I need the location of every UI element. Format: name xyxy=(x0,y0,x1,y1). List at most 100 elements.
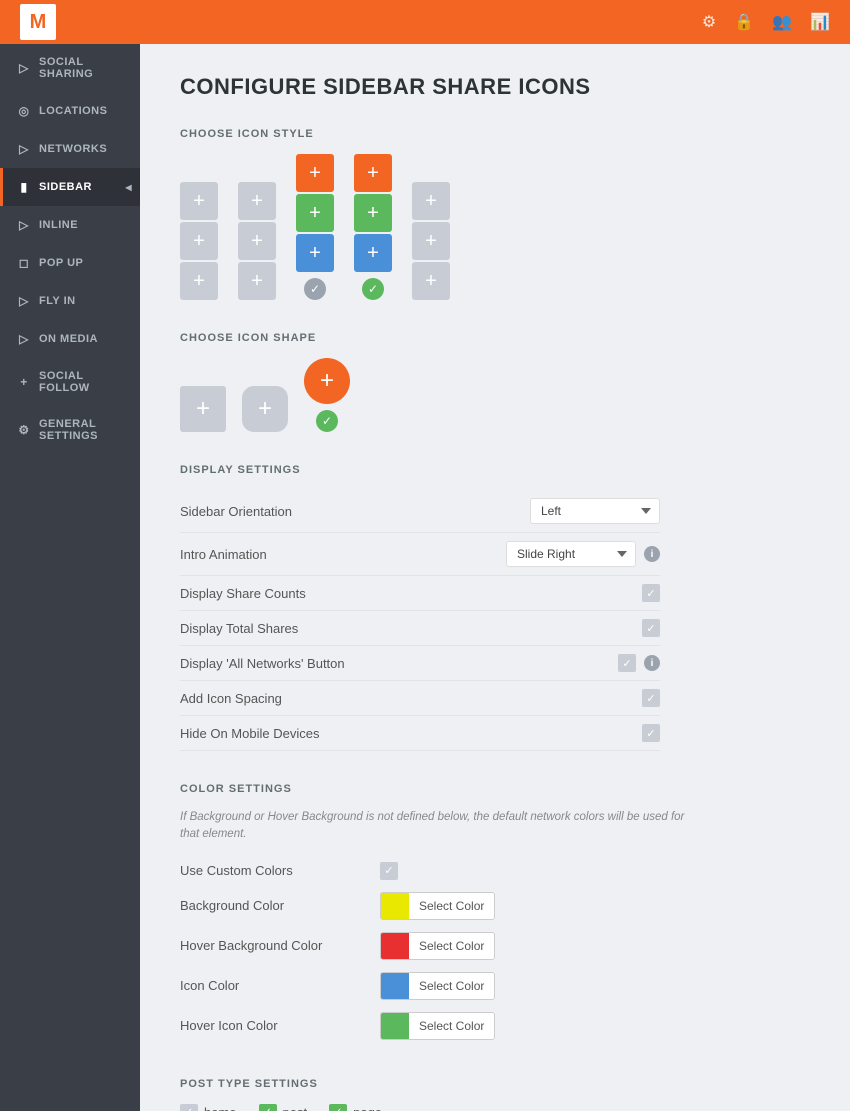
hover-bg-color-btn-label: Select Color xyxy=(409,933,494,959)
orientation-dropdown[interactable]: LeftRight xyxy=(530,498,660,524)
green-check-circle: ✓ xyxy=(362,278,384,300)
icon-btn-gray: + xyxy=(180,262,218,300)
shape-green-check: ✓ xyxy=(316,410,338,432)
post-type-title: Post Type Settings xyxy=(180,1078,810,1090)
popup-icon: ◻ xyxy=(17,256,31,270)
icon-style-title: Choose Icon Style xyxy=(180,128,810,140)
post-type-page[interactable]: ✓ page xyxy=(329,1104,382,1111)
lock-icon[interactable]: 🔒 xyxy=(734,12,754,32)
bg-color-picker[interactable]: Select Color xyxy=(380,892,495,920)
icon-style-1[interactable]: + + + xyxy=(180,182,218,300)
sidebar: ▷ Social Sharing ◎ Locations ▷ Networks … xyxy=(0,44,140,1111)
shape-rounded-item[interactable]: + xyxy=(242,386,288,432)
sidebar-item-popup[interactable]: ◻ Pop Up xyxy=(0,244,140,282)
setting-share-counts: Display Share Counts ✓ xyxy=(180,576,660,611)
square-shape-btn: + xyxy=(180,386,226,432)
color-note: If Background or Hover Background is not… xyxy=(180,809,700,844)
sidebar-item-onmedia[interactable]: ▷ On Media xyxy=(0,320,140,358)
total-shares-checkbox[interactable]: ✓ xyxy=(642,619,660,637)
sidebar-item-flyin[interactable]: ▷ Fly In xyxy=(0,282,140,320)
sidebar-label-inline: Inline xyxy=(39,219,78,231)
shape-square-item[interactable]: + xyxy=(180,386,226,432)
sidebar-item-inline[interactable]: ▷ Inline xyxy=(0,206,140,244)
icon-btn-blue: + xyxy=(296,234,334,272)
sidebar-icon: ▮ xyxy=(17,180,31,194)
icon-btn-blue2: + xyxy=(354,234,392,272)
use-custom-checkbox[interactable]: ✓ xyxy=(380,862,398,880)
bg-color-label: Background Color xyxy=(180,898,380,913)
all-networks-control: ✓ i xyxy=(618,654,660,672)
hover-icon-color-picker[interactable]: Select Color xyxy=(380,1012,495,1040)
bg-color-swatch xyxy=(381,892,409,920)
share-counts-checkbox[interactable]: ✓ xyxy=(642,584,660,602)
icon-btn-gray3: + xyxy=(412,182,450,220)
icon-color-picker[interactable]: Select Color xyxy=(380,972,495,1000)
sidebar-item-social-follow[interactable]: + Social Follow xyxy=(0,358,140,406)
post-type-home[interactable]: ✓ home xyxy=(180,1104,237,1111)
hover-icon-color-btn-label: Select Color xyxy=(409,1013,494,1039)
chart-icon[interactable]: 📊 xyxy=(810,12,830,32)
hover-bg-color-picker[interactable]: Select Color xyxy=(380,932,495,960)
icon-btn-gray2: + xyxy=(238,222,276,260)
users-icon[interactable]: 👥 xyxy=(772,12,792,32)
icon-style-5[interactable]: + + + xyxy=(412,182,450,300)
top-header: M ⚙ 🔒 👥 📊 xyxy=(0,0,850,44)
display-settings-title: Display Settings xyxy=(180,464,810,476)
all-networks-checkbox[interactable]: ✓ xyxy=(618,654,636,672)
gray-check-circle: ✓ xyxy=(304,278,326,300)
gear-icon[interactable]: ⚙ xyxy=(702,12,716,32)
home-checkbox[interactable]: ✓ xyxy=(180,1104,198,1111)
follow-icon: + xyxy=(17,375,31,389)
animation-info-icon[interactable]: i xyxy=(644,546,660,562)
animation-dropdown[interactable]: Slide RightSlide LeftFade xyxy=(506,541,636,567)
icon-spacing-label: Add Icon Spacing xyxy=(180,691,642,706)
icon-style-2[interactable]: + + + xyxy=(238,182,276,300)
bg-color-btn-label: Select Color xyxy=(409,893,494,919)
sidebar-label-social-follow: Social Follow xyxy=(39,370,126,394)
hover-icon-color-label: Hover Icon Color xyxy=(180,1018,380,1033)
page-checkbox[interactable]: ✓ xyxy=(329,1104,347,1111)
post-checkbox[interactable]: ✓ xyxy=(259,1104,277,1111)
sidebar-label-locations: Locations xyxy=(39,105,107,117)
hover-icon-color-swatch xyxy=(381,1012,409,1040)
setting-animation: Intro Animation Slide RightSlide LeftFad… xyxy=(180,533,660,576)
shape-circle-item[interactable]: + ✓ xyxy=(304,358,350,432)
settings-icon: ⚙ xyxy=(17,423,31,437)
share-icon: ▷ xyxy=(17,61,31,75)
sidebar-item-networks[interactable]: ▷ Networks xyxy=(0,130,140,168)
icon-spacing-checkbox[interactable]: ✓ xyxy=(642,689,660,707)
sidebar-item-social-sharing[interactable]: ▷ Social Sharing xyxy=(0,44,140,92)
color-settings-title: Color Settings xyxy=(180,783,810,795)
sidebar-label-general-settings: General Settings xyxy=(39,418,126,442)
circle-shape-btn: + xyxy=(304,358,350,404)
flyin-icon: ▷ xyxy=(17,294,31,308)
use-custom-row: Use Custom Colors ✓ xyxy=(180,856,810,886)
sidebar-item-locations[interactable]: ◎ Locations xyxy=(0,92,140,130)
inline-icon: ▷ xyxy=(17,218,31,232)
home-label: home xyxy=(204,1105,237,1111)
post-label: post xyxy=(283,1105,308,1111)
icon-style-4[interactable]: + + + ✓ xyxy=(354,154,392,300)
logo[interactable]: M xyxy=(20,4,56,40)
animation-label: Intro Animation xyxy=(180,547,506,562)
sidebar-item-sidebar[interactable]: ▮ Sidebar xyxy=(0,168,140,206)
hover-icon-color-row: Hover Icon Color Select Color xyxy=(180,1006,810,1046)
icon-style-section: Choose Icon Style + + + + + + xyxy=(180,128,810,300)
icon-color-row: Icon Color Select Color xyxy=(180,966,810,1006)
sidebar-item-general-settings[interactable]: ⚙ General Settings xyxy=(0,406,140,454)
icon-shape-title: Choose Icon Shape xyxy=(180,332,810,344)
total-shares-control: ✓ xyxy=(642,619,660,637)
setting-total-shares: Display Total Shares ✓ xyxy=(180,611,660,646)
icon-style-3[interactable]: + + + ✓ xyxy=(296,154,334,300)
pin-icon: ◎ xyxy=(17,104,31,118)
hover-bg-color-swatch xyxy=(381,932,409,960)
icon-btn-gray: + xyxy=(180,182,218,220)
sidebar-label-popup: Pop Up xyxy=(39,257,83,269)
all-networks-info-icon[interactable]: i xyxy=(644,655,660,671)
post-type-post[interactable]: ✓ post xyxy=(259,1104,308,1111)
media-icon: ▷ xyxy=(17,332,31,346)
hide-mobile-checkbox[interactable]: ✓ xyxy=(642,724,660,742)
sidebar-label-flyin: Fly In xyxy=(39,295,76,307)
share-counts-control: ✓ xyxy=(642,584,660,602)
use-custom-label: Use Custom Colors xyxy=(180,863,380,878)
